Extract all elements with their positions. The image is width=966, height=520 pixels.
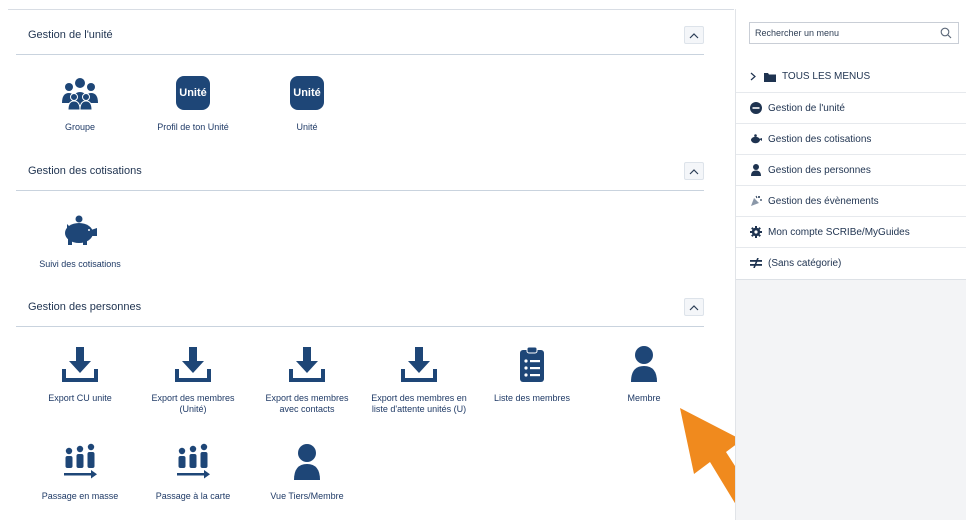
group-icon [60, 73, 100, 113]
search-input[interactable] [750, 23, 930, 43]
sidebar-item-gestion-evenements[interactable]: Gestion des évènements [736, 185, 966, 216]
sidebar-item-gestion-unite[interactable]: Gestion de l'unité [736, 92, 966, 123]
person-icon [750, 164, 762, 176]
tile-export-cu-unite[interactable]: Export CU unite [25, 344, 135, 404]
tile-label: Unité [296, 122, 318, 132]
tile-passage-carte[interactable]: Passage à la carte [138, 442, 248, 502]
clipboard-list-icon [512, 344, 552, 384]
unite-badge: Unité [176, 76, 210, 110]
download-icon [287, 344, 327, 384]
sidebar-item-sans-categorie[interactable]: (Sans catégorie) [736, 247, 966, 278]
unite-badge: Unité [290, 76, 324, 110]
tile-profil-unite[interactable]: Unité Profil de ton Unité [138, 73, 248, 133]
collapse-button[interactable] [684, 26, 704, 44]
tile-label: Suivi des cotisations [39, 259, 121, 269]
main-content: Gestion de l'unité Groupe Unité Profil d… [0, 0, 762, 520]
sidebar-item-mon-compte[interactable]: Mon compte SCRIBe/MyGuides [736, 216, 966, 247]
section-divider [16, 326, 704, 327]
search-box [749, 22, 959, 44]
tile-label: Export des membres (Unité) [151, 393, 235, 414]
section-header-gestion-unite: Gestion de l'unité [28, 23, 704, 47]
tile-liste-membres[interactable]: Liste des membres [477, 344, 587, 404]
search-icon[interactable] [940, 27, 952, 39]
download-icon [399, 344, 439, 384]
sidebar-item-label: (Sans catégorie) [768, 257, 842, 269]
section-title: Gestion des cotisations [28, 165, 142, 177]
section-divider [16, 190, 704, 191]
sidebar: TOUS LES MENUS Gestion de l'unité Gestio… [735, 9, 966, 520]
piggy-bank-icon [60, 210, 100, 250]
chevron-right-icon [750, 72, 756, 81]
tile-membre[interactable]: Membre [589, 344, 699, 404]
tile-label: Passage à la carte [155, 491, 231, 501]
chevron-up-icon [689, 32, 699, 38]
party-icon [750, 195, 762, 207]
tile-label: Export des membres avec contacts [265, 393, 349, 414]
section-title: Gestion de l'unité [28, 29, 113, 41]
unite-badge-icon: Unité [173, 73, 213, 113]
not-equal-icon [750, 257, 762, 269]
tile-suivi-cotisations[interactable]: Suivi des cotisations [25, 210, 135, 270]
folder-icon [764, 71, 776, 83]
person-icon [624, 344, 664, 384]
people-transfer-icon [60, 442, 100, 482]
tile-passage-masse[interactable]: Passage en masse [25, 442, 135, 502]
tile-label: Membre [627, 393, 661, 403]
collapse-button[interactable] [684, 162, 704, 180]
sidebar-item-tous-les-menus[interactable]: TOUS LES MENUS [736, 61, 966, 92]
section-header-gestion-cotisations: Gestion des cotisations [28, 159, 704, 183]
tile-export-membres-unite[interactable]: Export des membres (Unité) [138, 344, 248, 415]
tile-label: Export des membres en liste d'attente un… [371, 393, 467, 414]
section-header-gestion-personnes: Gestion des personnes [28, 295, 704, 319]
people-transfer-icon [173, 442, 213, 482]
sidebar-item-label: Gestion de l'unité [768, 102, 845, 114]
collapse-button[interactable] [684, 298, 704, 316]
sidebar-menu-panel: TOUS LES MENUS Gestion de l'unité Gestio… [736, 9, 966, 280]
tile-label: Passage en masse [41, 491, 119, 501]
tile-export-membres-contacts[interactable]: Export des membres avec contacts [252, 344, 362, 415]
section-divider [16, 54, 704, 55]
piggy-bank-icon [750, 133, 762, 145]
sidebar-item-gestion-cotisations[interactable]: Gestion des cotisations [736, 123, 966, 154]
chevron-up-icon [689, 168, 699, 174]
download-icon [60, 344, 100, 384]
tile-unite[interactable]: Unité Unité [252, 73, 362, 133]
sidebar-item-label: TOUS LES MENUS [782, 71, 871, 82]
sidebar-item-gestion-personnes[interactable]: Gestion des personnes [736, 154, 966, 185]
sidebar-item-label: Gestion des évènements [768, 195, 879, 207]
scribe-icon [750, 102, 762, 114]
person-icon [287, 442, 327, 482]
chevron-up-icon [689, 304, 699, 310]
tile-label: Profil de ton Unité [157, 122, 229, 132]
sidebar-item-label: Gestion des personnes [768, 164, 871, 176]
unite-badge-icon: Unité [287, 73, 327, 113]
tile-vue-tiers-membre[interactable]: Vue Tiers/Membre [252, 442, 362, 502]
tile-groupe[interactable]: Groupe [25, 73, 135, 133]
tile-label: Liste des membres [493, 393, 571, 403]
tile-label: Export CU unite [48, 393, 112, 403]
download-icon [173, 344, 213, 384]
section-title: Gestion des personnes [28, 301, 142, 313]
gear-icon [750, 226, 762, 238]
sidebar-item-label: Mon compte SCRIBe/MyGuides [768, 226, 910, 238]
tile-label: Vue Tiers/Membre [270, 491, 344, 501]
tile-export-membres-attente[interactable]: Export des membres en liste d'attente un… [364, 344, 474, 415]
sidebar-item-label: Gestion des cotisations [768, 133, 872, 145]
tile-label: Groupe [64, 122, 96, 132]
